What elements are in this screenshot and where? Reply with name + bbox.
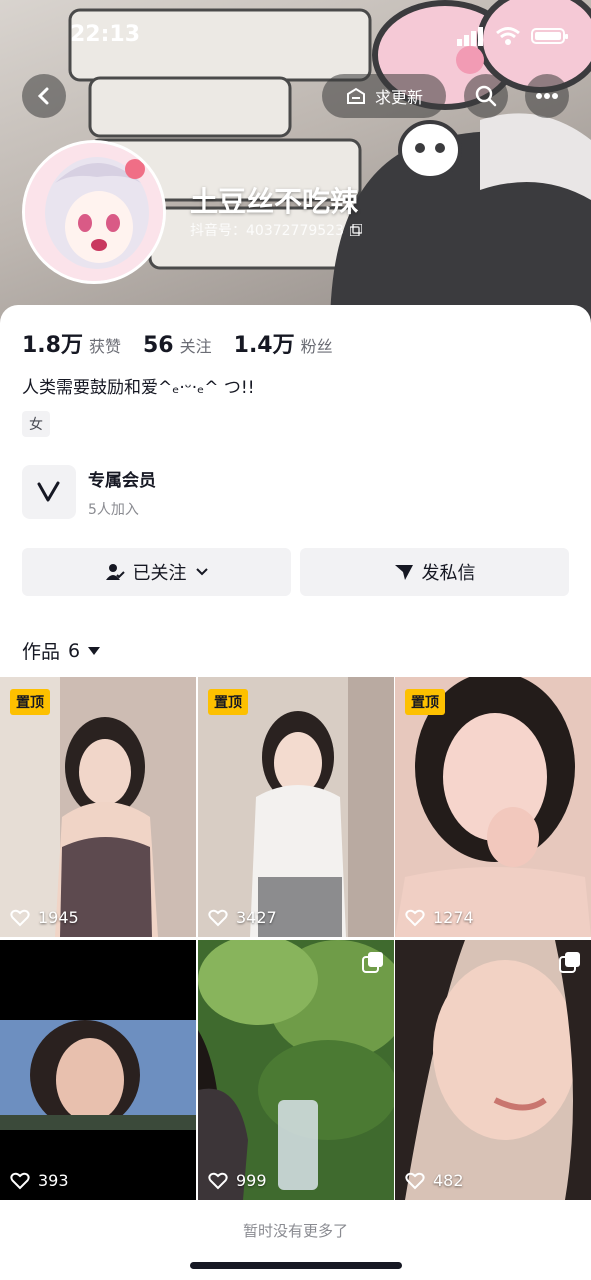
profile-nickname: 土豆丝不吃辣 [190, 185, 359, 218]
like-count: 1945 [10, 908, 79, 927]
more-button[interactable] [525, 74, 569, 118]
stat-following-label: 关注 [179, 337, 212, 356]
stats-row: 1.8万 获赞 56 关注 1.4万 粉丝 [22, 327, 333, 359]
membership-entry[interactable]: 专属会员 5人加入 [22, 465, 156, 519]
video-thumbnail [395, 940, 591, 1200]
search-button[interactable] [464, 74, 508, 118]
heart-icon [405, 909, 425, 926]
multi-image-icon [362, 952, 383, 973]
video-tile[interactable]: 393 [0, 940, 196, 1200]
request-update-button[interactable]: 求更新 [322, 74, 446, 118]
video-thumbnail [395, 677, 591, 937]
douyin-id: 抖音号：40372779523 [190, 220, 362, 240]
like-count-value: 482 [433, 1171, 464, 1190]
works-grid: 置顶 1945 置顶 3427 置顶 1274 393 999 482 [0, 677, 591, 1201]
gender-tag: 女 [22, 411, 50, 437]
back-arrow-icon [37, 87, 49, 105]
like-count-value: 3427 [236, 908, 277, 927]
works-count: 6 [68, 639, 81, 662]
membership-icon [22, 465, 76, 519]
like-count: 393 [10, 1171, 69, 1190]
followed-user-icon [105, 564, 125, 580]
membership-subtitle: 5人加入 [88, 501, 139, 518]
video-thumbnail [198, 940, 394, 1200]
stat-likes-value: 1.8万 [22, 333, 83, 358]
heart-icon [10, 909, 30, 926]
like-count-value: 999 [236, 1171, 267, 1190]
works-tab[interactable]: 作品 6 [22, 637, 101, 664]
status-bar: 22:13 [0, 18, 591, 54]
no-more-content: 暂时没有更多了 [242, 1222, 348, 1240]
video-tile[interactable]: 999 [198, 940, 394, 1200]
video-thumbnail [0, 677, 196, 937]
video-tile[interactable]: 置顶 1274 [395, 677, 591, 937]
send-message-icon [394, 565, 413, 580]
membership-title: 专属会员 [88, 470, 156, 491]
heart-icon [10, 1172, 30, 1189]
battery-icon [531, 28, 568, 44]
video-tile[interactable]: 置顶 1945 [0, 677, 196, 937]
video-tile[interactable]: 482 [395, 940, 591, 1200]
like-count-value: 1274 [433, 908, 474, 927]
like-count: 1274 [405, 908, 474, 927]
copy-icon[interactable] [349, 224, 362, 236]
follow-button-label: 已关注 [132, 563, 187, 584]
multi-image-icon [559, 952, 580, 973]
dropdown-triangle-icon [88, 646, 101, 655]
stat-following-value: 56 [143, 333, 174, 358]
like-count: 482 [405, 1171, 464, 1190]
like-count: 999 [208, 1171, 267, 1190]
message-button-label: 发私信 [421, 563, 476, 584]
update-request-icon [346, 87, 365, 104]
stat-following[interactable]: 56 关注 [143, 333, 212, 358]
pinned-badge: 置顶 [10, 689, 50, 715]
more-dots-icon [536, 93, 558, 99]
douyin-id-text: 抖音号：40372779523 [190, 223, 344, 239]
video-thumbnail [198, 677, 394, 937]
heart-icon [208, 1172, 228, 1189]
home-indicator [190, 1262, 402, 1269]
stat-likes: 1.8万 获赞 [22, 327, 121, 359]
stat-followers[interactable]: 1.4万 粉丝 [234, 327, 333, 359]
chevron-down-icon [195, 568, 208, 576]
back-button[interactable] [22, 74, 66, 118]
message-button[interactable]: 发私信 [300, 548, 569, 596]
like-count-value: 393 [38, 1171, 69, 1190]
status-icons [457, 26, 569, 46]
follow-button[interactable]: 已关注 [22, 548, 291, 596]
stat-followers-label: 粉丝 [300, 337, 333, 356]
v-logo-icon [37, 481, 60, 502]
pinned-badge: 置顶 [208, 689, 248, 715]
works-heading: 作品 [22, 641, 61, 663]
stat-followers-value: 1.4万 [233, 333, 295, 358]
like-count: 3427 [208, 908, 277, 927]
avatar[interactable] [22, 140, 166, 284]
stat-likes-label: 获赞 [88, 337, 121, 356]
heart-icon [405, 1172, 425, 1189]
heart-icon [208, 909, 228, 926]
video-thumbnail [0, 940, 196, 1200]
search-icon [475, 85, 497, 107]
pinned-badge: 置顶 [405, 689, 445, 715]
signal-icon [457, 27, 483, 46]
like-count-value: 1945 [38, 908, 79, 927]
profile-bio: 人类需要鼓励和爱^ₑ·ᵕ·ₑ^ つ!! [22, 378, 255, 398]
avatar-illustration [25, 143, 163, 281]
video-tile[interactable]: 置顶 3427 [198, 677, 394, 937]
status-time: 22:13 [70, 22, 141, 47]
request-update-label: 求更新 [374, 88, 423, 107]
wifi-icon [496, 27, 520, 45]
